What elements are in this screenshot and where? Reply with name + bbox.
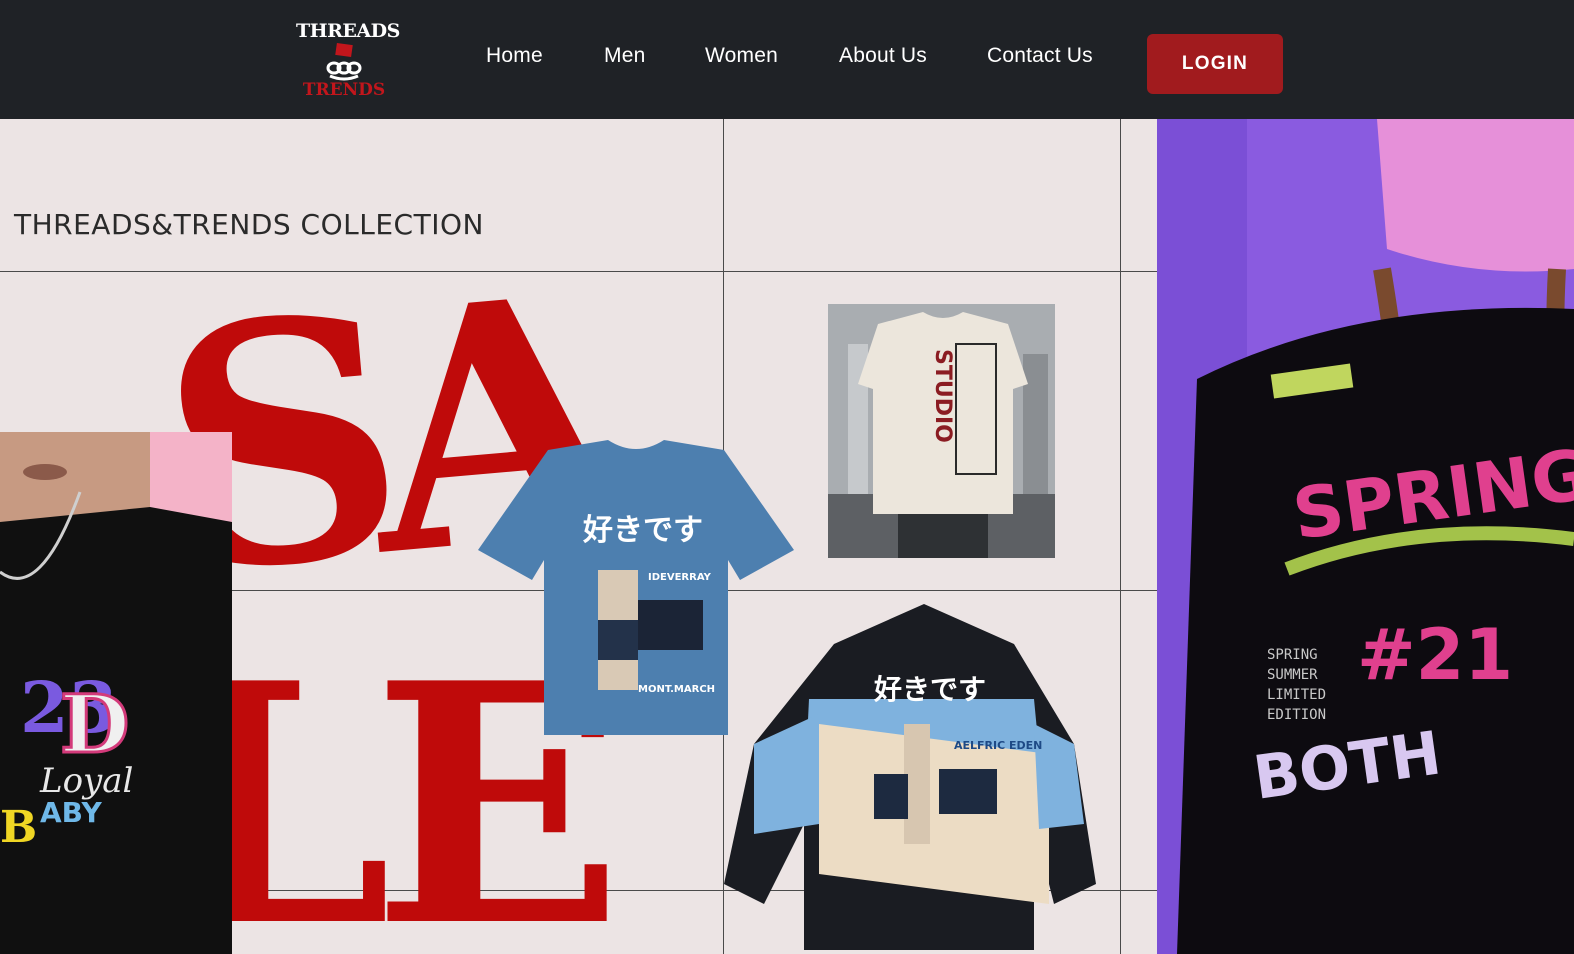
nav-men-link[interactable]: Men [604,44,645,68]
logo-emblem-icon [326,42,362,81]
nav-contact-us-link[interactable]: Contact Us [987,44,1093,68]
racing-jacket-image: 好きです AELFRIC EDEN [724,604,1096,950]
model-spring-summer-tee-photo[interactable]: SPRING #21 BOTH SPRING SUMMER LIMITED ED… [1157,119,1574,954]
svg-text:D: D [60,677,129,771]
svg-text:EDITION: EDITION [1267,707,1326,723]
svg-text:Loyal: Loyal [39,761,133,801]
svg-text:STUDIO: STUDIO [930,349,955,443]
svg-text:AELFRIC EDEN: AELFRIC EDEN [954,739,1042,752]
nav-about-us-link[interactable]: About Us [839,44,927,68]
nav-home-link[interactable]: Home [486,44,543,68]
svg-text:好きです: 好きです [582,513,703,548]
collection-title: THREADS&TRENDS COLLECTION [14,208,484,241]
svg-text:LIMITED: LIMITED [1267,687,1326,703]
grid-divider [1120,119,1121,954]
svg-text:IDEVERRAY: IDEVERRAY [648,572,712,583]
svg-text:#21: #21 [1357,614,1513,696]
svg-text:SPRING: SPRING [1267,647,1318,663]
svg-text:MONT.MARCH: MONT.MARCH [638,684,715,695]
logo-text-bottom: TRENDS [302,80,386,100]
studio-tee-back-photo[interactable]: STUDIO [828,304,1055,558]
studio-tee-back-image: STUDIO [828,304,1055,558]
racing-jacket-photo[interactable]: 好きです AELFRIC EDEN [724,604,1096,950]
svg-text:好きです: 好きです [873,673,986,706]
brand-logo[interactable]: THREADS TRENDS [296,18,400,100]
svg-text:ABY: ABY [40,796,102,829]
login-button[interactable]: LOGIN [1147,34,1283,94]
model-black-tee-image: 23 D Loyal B ABY [0,432,232,954]
model-spring-summer-tee-image: SPRING #21 BOTH SPRING SUMMER LIMITED ED… [1157,119,1574,954]
svg-text:SUMMER: SUMMER [1267,667,1318,683]
logo-text-top: THREADS [296,20,400,42]
top-navigation-bar: THREADS TRENDS Home Men Women About Us C… [0,0,1574,119]
svg-text:B: B [0,802,37,853]
nav-women-link[interactable]: Women [705,44,778,68]
model-black-tee-photo[interactable]: 23 D Loyal B ABY [0,432,232,954]
